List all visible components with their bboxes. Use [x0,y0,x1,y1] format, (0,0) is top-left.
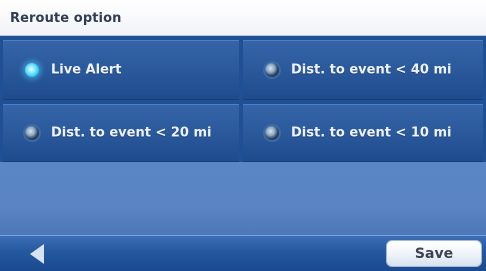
option-dist-10-mi[interactable]: Dist. to event < 10 mi [243,104,483,162]
option-label: Live Alert [51,62,122,78]
option-label: Dist. to event < 20 mi [51,125,212,141]
header-bar: Reroute option [0,0,486,36]
radio-icon [25,126,39,140]
option-dist-20-mi[interactable]: Dist. to event < 20 mi [3,104,239,162]
option-label: Dist. to event < 10 mi [291,125,452,141]
footer-bar: Save [0,235,486,271]
option-label: Dist. to event < 40 mi [291,62,452,78]
reroute-option-screen: Reroute option Live Alert Dist. to event… [0,0,486,271]
option-grid: Live Alert Dist. to event < 40 mi Dist. … [0,36,486,162]
save-button-label: Save [414,246,454,262]
radio-selected-icon [25,63,39,77]
option-live-alert[interactable]: Live Alert [3,40,239,100]
empty-content-area [0,162,486,235]
radio-icon [265,126,279,140]
back-arrow-icon [30,244,44,264]
radio-icon [265,63,279,77]
page-title: Reroute option [10,11,122,26]
option-dist-40-mi[interactable]: Dist. to event < 40 mi [243,40,483,100]
save-button[interactable]: Save [386,240,482,267]
back-button[interactable] [0,236,60,271]
